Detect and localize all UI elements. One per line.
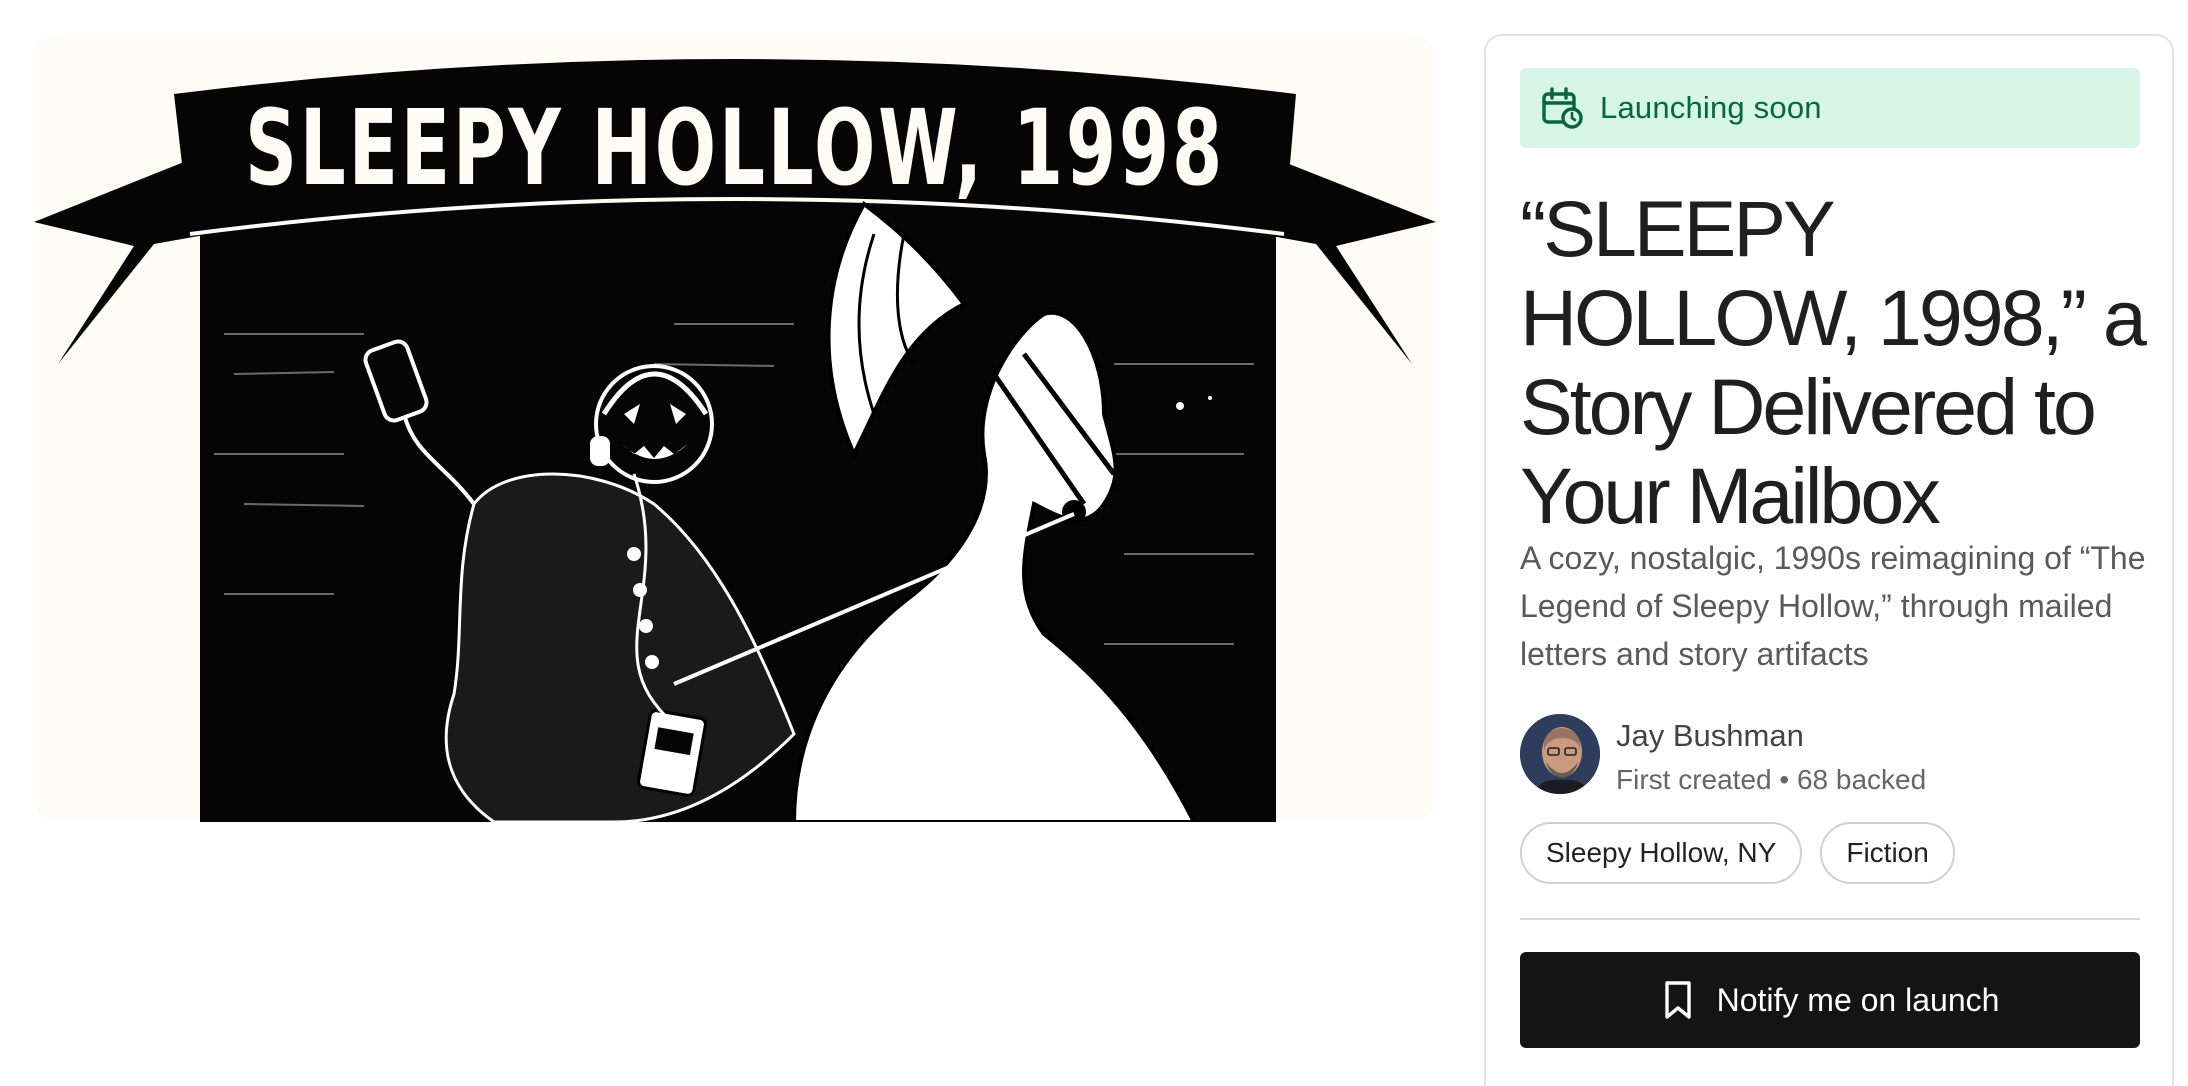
hero-illustration: SLEEPY HOLLOW, 1998: [34, 34, 1436, 822]
creator-avatar[interactable]: [1520, 714, 1600, 794]
status-badge: Launching soon: [1520, 68, 2140, 148]
creator-meta: First created • 68 backed: [1616, 764, 1927, 795]
notify-me-button[interactable]: Notify me on launch: [1520, 952, 2140, 1048]
project-blurb: A cozy, nostalgic, 1990s reimagining of …: [1520, 540, 2146, 672]
status-label: Launching soon: [1600, 90, 1822, 125]
calendar-clock-icon: [1542, 87, 1583, 129]
project-info-card: Launching soon “SLEEPY HOLLOW, 1998,” a …: [1484, 34, 2174, 1086]
project-tags: Sleepy Hollow, NY Fiction: [1520, 822, 1955, 884]
tag-category[interactable]: Fiction: [1820, 822, 1955, 884]
bookmark-icon: [1664, 981, 1691, 1019]
tag-location[interactable]: Sleepy Hollow, NY: [1520, 822, 1803, 884]
project-title: “SLEEPY HOLLOW, 1998,” a Story Delivered…: [1520, 184, 2147, 540]
banner-text: SLEEPY HOLLOW, 1998: [245, 87, 1225, 209]
project-hero-image[interactable]: SLEEPY HOLLOW, 1998: [34, 34, 1436, 822]
creator-info[interactable]: Jay Bushman First created • 68 backed: [1520, 708, 2140, 798]
creator-name[interactable]: Jay Bushman: [1616, 718, 1804, 754]
divider: [1520, 918, 2140, 920]
avatar-image: [1520, 714, 1600, 794]
project-page: SLEEPY HOLLOW, 1998 Launching soon “SLEE…: [0, 0, 2188, 1086]
notify-button-label: Notify me on launch: [1716, 981, 2000, 1018]
